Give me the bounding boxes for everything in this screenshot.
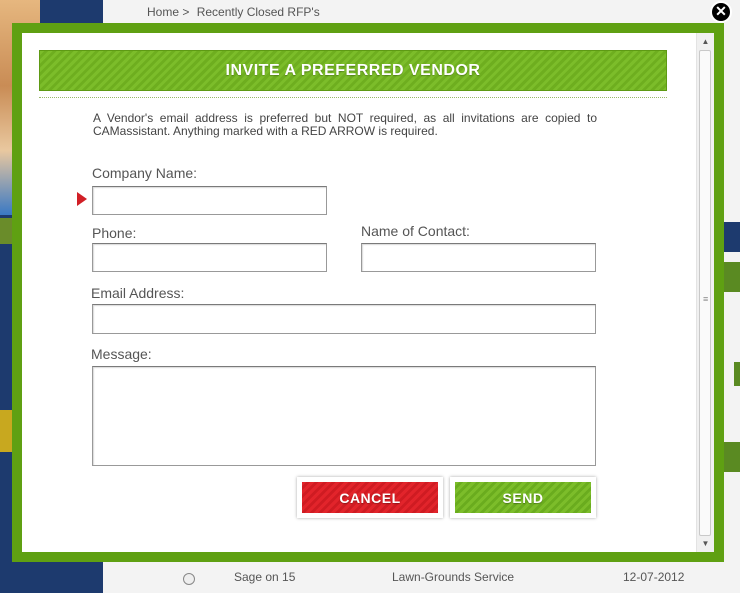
breadcrumb-current: Recently Closed RFP's	[196, 5, 320, 19]
breadcrumb-home[interactable]: Home >	[147, 5, 189, 19]
background-right-panel	[724, 262, 740, 292]
chevron-down-icon[interactable]: ▼	[697, 535, 714, 552]
send-button-frame: SEND	[450, 477, 596, 518]
message-label: Message:	[91, 346, 152, 362]
scrollbar-thumb[interactable]: ≡	[699, 50, 711, 536]
intro-text: A Vendor's email address is preferred bu…	[93, 111, 597, 138]
row-service: Lawn-Grounds Service	[392, 570, 515, 584]
modal-scrollbar[interactable]: ▲ ≡ ▼	[696, 33, 714, 552]
cancel-button-frame: CANCEL	[297, 477, 443, 518]
company-name-input[interactable]	[92, 186, 327, 215]
modal-header: INVITE A PREFERRED VENDOR	[39, 50, 667, 91]
send-button[interactable]: SEND	[455, 482, 591, 513]
modal-body: INVITE A PREFERRED VENDOR A Vendor's ema…	[22, 33, 714, 552]
email-input[interactable]	[92, 304, 596, 334]
phone-input[interactable]	[92, 243, 327, 272]
background-right-panel	[722, 442, 740, 472]
message-textarea[interactable]	[92, 366, 596, 466]
close-icon[interactable]: ✕	[710, 1, 732, 23]
contact-input[interactable]	[361, 243, 596, 272]
row-radio[interactable]	[183, 573, 195, 585]
row-name: Sage on 15	[234, 570, 296, 584]
breadcrumb: Home > Recently Closed RFP's	[147, 5, 324, 19]
scrollbar-grip-icon: ≡	[703, 294, 709, 304]
company-name-label: Company Name:	[92, 165, 198, 181]
contact-label: Name of Contact:	[361, 223, 470, 239]
invite-vendor-modal: INVITE A PREFERRED VENDOR A Vendor's ema…	[12, 23, 724, 562]
background-right-panel	[734, 362, 740, 386]
chevron-up-icon[interactable]: ▲	[697, 33, 714, 50]
cancel-button[interactable]: CANCEL	[302, 482, 438, 513]
phone-label: Phone:	[92, 225, 137, 241]
modal-title: INVITE A PREFERRED VENDOR	[225, 61, 481, 79]
email-label: Email Address:	[91, 285, 185, 301]
red-arrow-icon	[77, 192, 87, 206]
row-date: 12-07-2012	[623, 570, 685, 584]
header-divider	[39, 97, 667, 98]
